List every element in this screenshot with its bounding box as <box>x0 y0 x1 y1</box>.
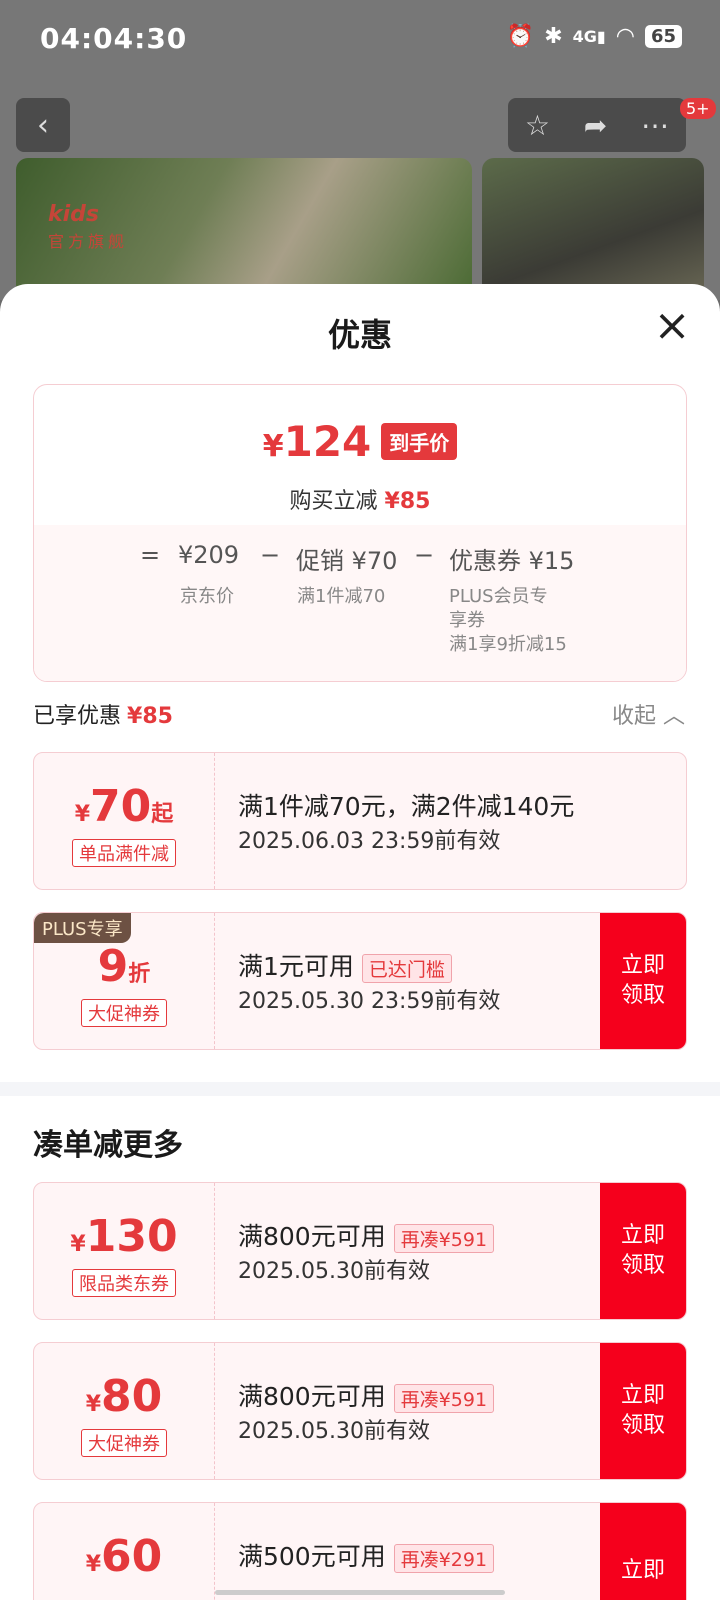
alarm-icon: ⏰ <box>506 24 535 49</box>
coupon-amount: 优惠券 ¥15 <box>449 547 575 575</box>
offer-card-promo: ¥70起 单品满件减 满1件减70元，满2件减140元 2025.06.03 2… <box>33 752 687 890</box>
wifi-icon: ◠ <box>615 24 635 49</box>
offer-value: ¥70起 单品满件减 <box>34 753 215 889</box>
offer-rule: 满1件减70元，满2件减140元 <box>238 792 575 821</box>
minus-sign-2: − <box>414 541 435 569</box>
bluetooth-icon: ✱ <box>544 24 563 49</box>
equals-sign: = <box>140 541 161 569</box>
section-divider <box>0 1082 720 1096</box>
collapse-button[interactable]: 收起 ︿ <box>612 698 685 730</box>
close-icon[interactable]: × <box>650 304 694 350</box>
coupon-validity: 2025.05.30前有效 <box>238 1259 430 1284</box>
coupon-amount: ¥60 <box>85 1531 163 1582</box>
enjoyed-label: 已享优惠 ¥85 <box>33 704 173 729</box>
final-price-tag: 到手价 <box>381 423 458 460</box>
final-price: ¥124 <box>262 417 372 466</box>
sheet-title: 优惠 <box>327 316 392 354</box>
message-badge: 5+ <box>680 98 716 119</box>
coupon-rule: 满500元可用 再凑¥291 <box>238 1537 495 1573</box>
offer-amount: ¥70起 <box>74 781 174 832</box>
coupon-type: 大促神券 <box>81 1429 167 1457</box>
save-row: 购买立减 ¥85 <box>289 489 431 514</box>
status-time: 04:04:30 <box>40 22 188 55</box>
save-amount: ¥85 <box>384 489 431 514</box>
offer-validity: 2025.06.03 23:59前有效 <box>238 829 501 854</box>
jd-price: ¥209 <box>178 541 240 569</box>
coupon-value: ¥60 <box>34 1503 215 1600</box>
promo-amount: 促销 ¥70 <box>296 547 398 575</box>
product-image-main[interactable]: kids 官方旗舰 <box>16 158 472 298</box>
coupon-type: 限品类东券 <box>72 1269 176 1297</box>
product-image-side[interactable] <box>482 158 704 298</box>
claim-button[interactable]: 立即 领取 <box>600 913 686 1049</box>
offer-card-plus: 9折 大促神券 PLUS专享 满1元可用 已达门槛 2025.05.30 23:5… <box>33 912 687 1050</box>
enjoyed-amount: ¥85 <box>127 704 173 729</box>
home-indicator[interactable] <box>215 1590 505 1595</box>
coupon-amount: ¥130 <box>70 1211 178 1262</box>
offer-rule: 满1元可用 已达门槛 <box>238 947 452 983</box>
minus-sign: − <box>260 541 281 569</box>
chevron-up-icon: ︿ <box>662 704 685 729</box>
coupon-value: ¥80 大促神券 <box>34 1343 215 1479</box>
claim-button[interactable]: 立即 领取 <box>600 1183 686 1319</box>
status-icons: ⏰ ✱ 4G▮ ◠ 65 <box>507 24 682 49</box>
coupon-rule: 满800元可用 再凑¥591 <box>238 1377 495 1413</box>
chevron-left-icon: ‹ <box>37 107 49 143</box>
more-discounts-title: 凑单减更多 <box>33 1128 183 1163</box>
brand-subtitle: 官方旗舰 <box>48 232 129 251</box>
claim-button[interactable]: 立即 领取 <box>600 1343 686 1479</box>
product-page-background: 04:04:30 ⏰ ✱ 4G▮ ◠ 65 ‹ ☆ ➦ ⋯ 5+ kids 官方… <box>0 0 720 300</box>
promo-desc: 满1件减70 <box>297 586 386 607</box>
price-summary: ¥124 到手价 购买立减 ¥85 = ¥209 京东价 − 促销 ¥70 满1… <box>33 384 687 682</box>
coupon-rule: 满800元可用 再凑¥591 <box>238 1217 495 1253</box>
brand-logo: kids <box>48 202 100 227</box>
back-button[interactable]: ‹ <box>16 98 70 152</box>
plus-exclusive-tag: PLUS专享 <box>34 913 131 943</box>
star-icon[interactable]: ☆ <box>525 109 550 142</box>
threshold-reached-tag: 已达门槛 <box>361 953 452 983</box>
coupon-desc: PLUS会员专 享券 满1享9折减15 <box>449 586 567 655</box>
coupon-amount: ¥80 <box>85 1371 163 1422</box>
coupon-card: ¥80 大促神券 满800元可用 再凑¥591 2025.05.30前有效 立即 … <box>33 1342 687 1480</box>
signal-icon: 4G▮ <box>572 27 606 46</box>
offer-type: 单品满件减 <box>72 839 176 867</box>
coupon-validity: 2025.05.30前有效 <box>238 1419 430 1444</box>
coupon-card: ¥130 限品类东券 满800元可用 再凑¥591 2025.05.30前有效 立… <box>33 1182 687 1320</box>
offer-validity: 2025.05.30 23:59前有效 <box>238 989 501 1014</box>
coupon-value: ¥130 限品类东券 <box>34 1183 215 1319</box>
add-more-tag: 再凑¥591 <box>393 1383 495 1413</box>
share-icon[interactable]: ➦ <box>584 109 607 142</box>
add-more-tag: 再凑¥591 <box>393 1223 495 1253</box>
add-more-tag: 再凑¥291 <box>393 1543 495 1573</box>
top-actions: ☆ ➦ ⋯ <box>508 98 686 152</box>
final-price-row: ¥124 到手价 <box>34 417 686 466</box>
jd-price-label: 京东价 <box>180 586 234 607</box>
coupon-card: ¥60 满500元可用 再凑¥291 立即 <box>33 1502 687 1600</box>
offer-amount: 9折 <box>97 941 151 992</box>
discount-sheet: 优惠 × ¥124 到手价 购买立减 ¥85 = ¥209 京东价 − 促销 ¥… <box>0 284 720 1600</box>
more-icon[interactable]: ⋯ <box>641 109 669 142</box>
offer-type: 大促神券 <box>81 999 167 1027</box>
enjoyed-discount-row: 已享优惠 ¥85 收起 ︿ <box>33 696 685 730</box>
battery-icon: 65 <box>644 25 682 48</box>
claim-button[interactable]: 立即 <box>600 1503 686 1600</box>
status-bar: 04:04:30 ⏰ ✱ 4G▮ ◠ 65 <box>0 0 720 80</box>
